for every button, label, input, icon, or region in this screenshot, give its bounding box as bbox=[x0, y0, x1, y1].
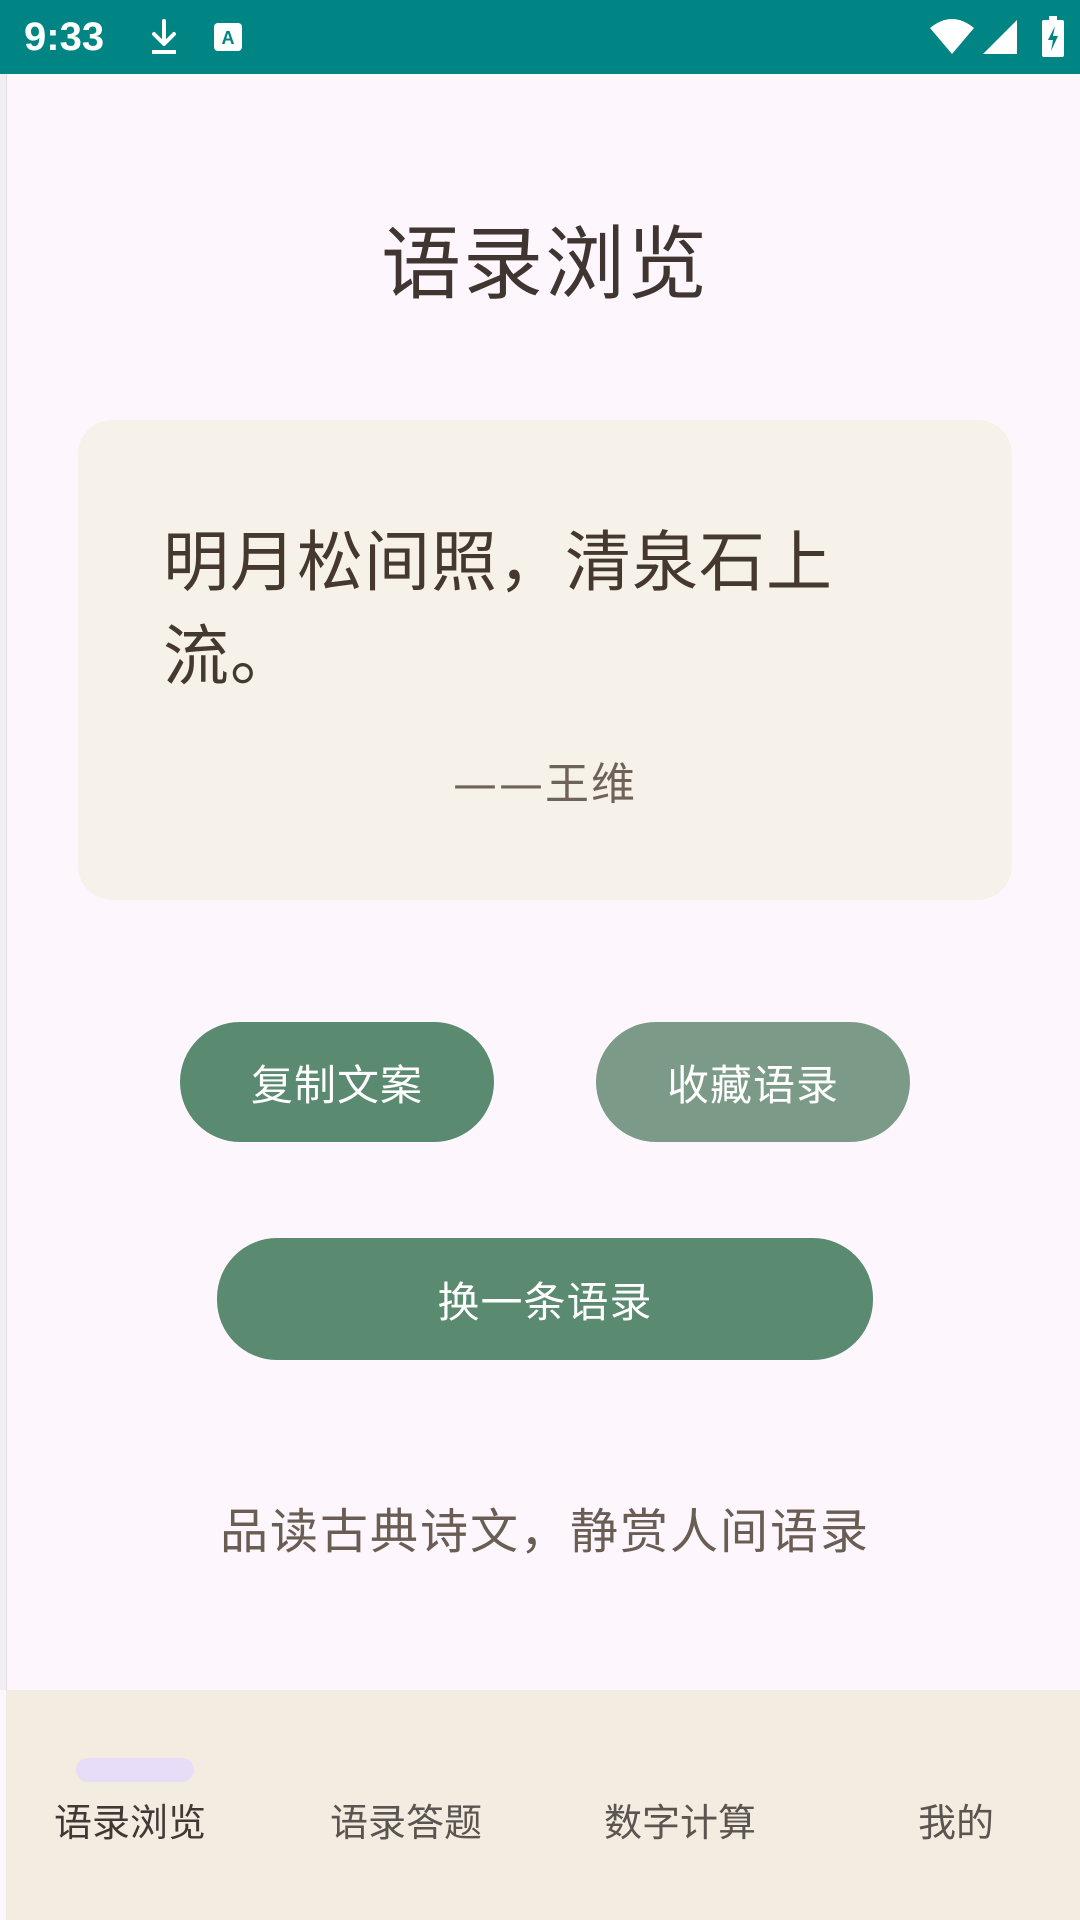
nav-label-quiz: 语录答题 bbox=[329, 1801, 482, 1845]
download-icon bbox=[146, 0, 182, 74]
nav-label-mine: 我的 bbox=[917, 1801, 994, 1845]
nav-item-mine[interactable]: 我的 bbox=[836, 1690, 1076, 1920]
nav-item-calculate[interactable]: 数字计算 bbox=[560, 1690, 800, 1920]
nav-active-indicator bbox=[76, 1758, 194, 1782]
nav-label-browse: 语录浏览 bbox=[53, 1801, 206, 1845]
next-quote-label: 换一条语录 bbox=[437, 1277, 653, 1327]
svg-text:A: A bbox=[222, 28, 235, 48]
nav-label-calculate: 数字计算 bbox=[603, 1801, 756, 1845]
next-quote-button[interactable]: 换一条语录 bbox=[217, 1238, 873, 1360]
quote-author: ——王维 bbox=[453, 759, 637, 810]
status-bar: 9:33 A bbox=[0, 0, 1080, 74]
status-time: 9:33 bbox=[24, 15, 105, 59]
favorite-quote-button[interactable]: 收藏语录 bbox=[596, 1022, 910, 1142]
battery-charging-icon bbox=[1040, 0, 1066, 74]
window-edge bbox=[0, 74, 7, 1690]
copy-text-label: 复制文案 bbox=[250, 1060, 423, 1110]
copy-text-button[interactable]: 复制文案 bbox=[180, 1022, 494, 1142]
signal-icon bbox=[980, 0, 1020, 74]
page-title: 语录浏览 bbox=[381, 218, 709, 311]
favorite-quote-label: 收藏语录 bbox=[666, 1060, 839, 1110]
nav-item-quiz[interactable]: 语录答题 bbox=[286, 1690, 526, 1920]
a-notification-icon: A bbox=[212, 0, 244, 74]
nav-item-browse[interactable]: 语录浏览 bbox=[10, 1690, 250, 1920]
wifi-icon bbox=[928, 0, 976, 74]
bottom-nav: 语录浏览 语录答题 数字计算 我的 bbox=[6, 1690, 1080, 1920]
slogan-text: 品读古典诗文，静赏人间语录 bbox=[219, 1504, 870, 1560]
quote-card: 明月松间照，清泉石上流。 ——王维 bbox=[78, 420, 1012, 900]
quote-text: 明月松间照，清泉石上流。 bbox=[163, 524, 833, 695]
